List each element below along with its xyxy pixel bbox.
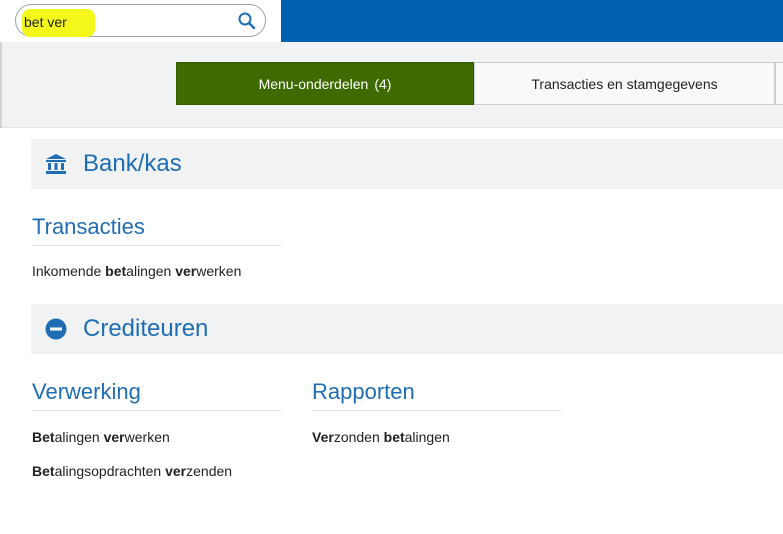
search-box[interactable] bbox=[15, 4, 266, 37]
menu-link-verzonden-betalingen[interactable]: Verzonden betalingen bbox=[312, 429, 450, 445]
bank-icon bbox=[46, 154, 66, 174]
menu-link-inkomende-betalingen-verwerken[interactable]: Inkomende betalingen verwerken bbox=[32, 263, 241, 279]
tab-label: Transacties en stamgegevens bbox=[531, 75, 718, 92]
group-divider bbox=[32, 410, 281, 411]
section-header-crediteuren[interactable]: Crediteuren bbox=[31, 304, 783, 354]
group-title-rapporten: Rapporten bbox=[312, 379, 415, 404]
group-divider bbox=[32, 245, 281, 246]
section-header-bank-kas[interactable]: Bank/kas bbox=[31, 139, 783, 189]
menu-link-betalingsopdrachten-verzenden[interactable]: Betalingsopdrachten verzenden bbox=[32, 463, 232, 479]
minus-circle-icon[interactable] bbox=[44, 317, 68, 341]
tab-count: (4) bbox=[374, 75, 392, 92]
search-input[interactable] bbox=[24, 10, 224, 34]
tab-transacties-stamgegevens[interactable]: Transacties en stamgegevens bbox=[474, 62, 775, 105]
menu-link-betalingen-verwerken[interactable]: Betalingen verwerken bbox=[32, 429, 170, 445]
tab-label: Menu-onderdelen bbox=[258, 75, 369, 92]
top-bar-banner bbox=[281, 0, 783, 42]
group-divider bbox=[312, 410, 561, 411]
section-title: Bank/kas bbox=[83, 150, 182, 177]
tab-overflow-edge[interactable] bbox=[775, 62, 783, 105]
tab-menu-onderdelen[interactable]: Menu-onderdelen (4) bbox=[176, 62, 474, 105]
group-title-verwerking: Verwerking bbox=[32, 379, 141, 404]
group-title-transacties: Transacties bbox=[32, 214, 145, 239]
section-title: Crediteuren bbox=[83, 315, 209, 342]
search-icon[interactable] bbox=[237, 11, 257, 31]
left-rule bbox=[0, 42, 2, 128]
